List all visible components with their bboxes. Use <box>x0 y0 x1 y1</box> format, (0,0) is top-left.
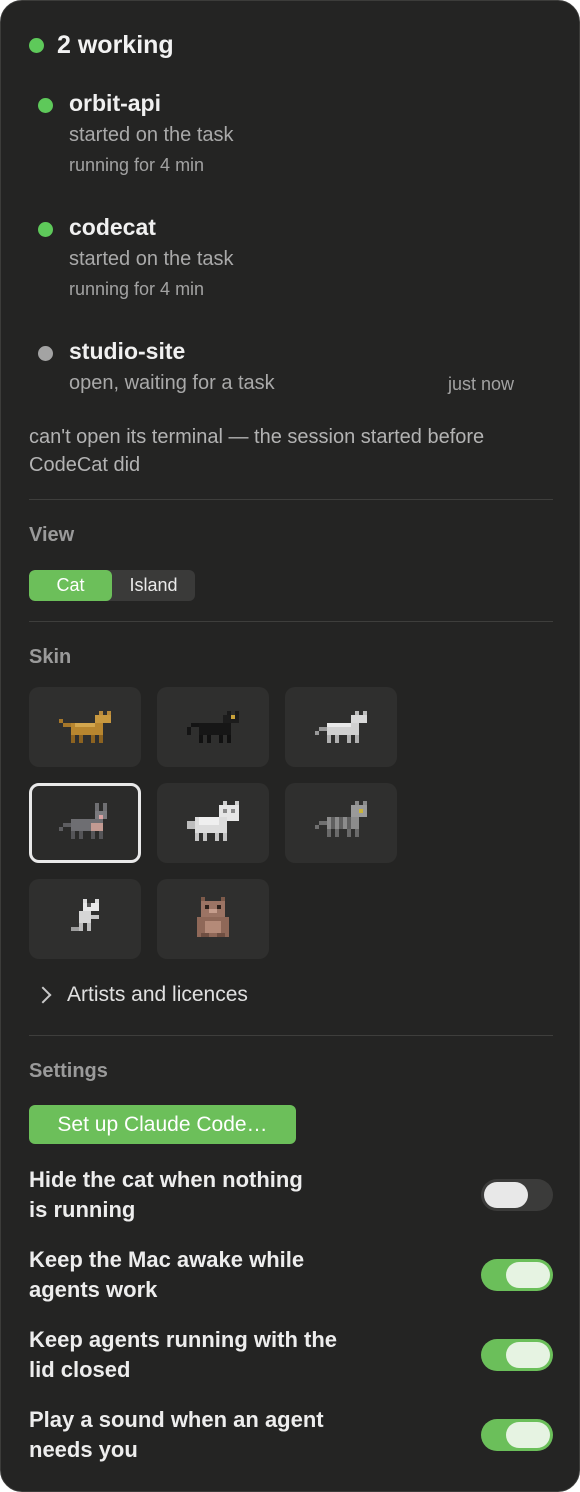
toggle-knob <box>506 1342 550 1368</box>
skin-tile-black[interactable] <box>157 687 269 767</box>
toggle-play-sound[interactable] <box>481 1419 553 1451</box>
skin-tile-small-white[interactable] <box>29 879 141 959</box>
agent-name: orbit-api <box>69 90 161 116</box>
toggle-knob <box>506 1422 550 1448</box>
agent-status: started on the task <box>69 124 234 146</box>
skin-tile-tan[interactable] <box>29 687 141 767</box>
tabby-cat-icon <box>315 801 367 837</box>
black-cat-icon <box>187 711 239 743</box>
tan-cat-icon <box>59 711 111 743</box>
agent-name: codecat <box>69 214 156 240</box>
setting-label-lid-closed: Keep agents running with the lid closed <box>29 1327 338 1382</box>
setup-claude-code-button[interactable]: Set up Claude Code… <box>29 1105 296 1144</box>
agent-item-orbit-api[interactable]: orbit-api started on the task running fo… <box>1 89 579 189</box>
view-segmented-control: Cat Island <box>29 570 195 601</box>
settings-section-title: Settings <box>29 1060 108 1082</box>
agent-item-codecat[interactable]: codecat started on the task running for … <box>1 213 579 313</box>
agent-timestamp: just now <box>448 374 515 394</box>
panel-title: 2 working <box>57 31 174 59</box>
agent-runtime: running for 4 min <box>69 155 205 175</box>
agent-runtime: running for 4 min <box>69 279 205 299</box>
working-status-dot <box>29 38 44 53</box>
divider <box>29 499 553 500</box>
agent-status: open, waiting for a task <box>69 372 275 394</box>
artists-licences-disclosure[interactable]: Artists and licences <box>34 981 248 1009</box>
setting-label-keep-awake: Keep the Mac awake while agents work <box>29 1247 305 1302</box>
skin-tile-tabby[interactable] <box>285 783 397 863</box>
agent-status-dot <box>38 222 53 237</box>
agent-name: studio-site <box>69 338 186 364</box>
agent-status-dot <box>38 346 53 361</box>
skin-section-title: Skin <box>29 646 72 668</box>
agent-item-studio-site[interactable]: studio-site open, waiting for a task jus… <box>1 337 579 401</box>
terminal-warning: can't open its terminal — the session st… <box>29 426 485 476</box>
skin-tile-fluffy-white[interactable] <box>157 783 269 863</box>
status-panel: 2 working orbit-api started on the task … <box>0 0 580 1492</box>
toggle-lid-closed[interactable] <box>481 1339 553 1371</box>
agent-status: started on the task <box>69 248 234 270</box>
brown-sitting-cat-icon <box>197 897 229 937</box>
white-cat-icon <box>315 711 367 743</box>
divider <box>29 621 553 622</box>
skin-tile-white[interactable] <box>285 687 397 767</box>
setting-label-play-sound: Play a sound when an agent needs you <box>29 1407 324 1462</box>
gray-cat-icon <box>59 803 107 839</box>
setting-label-hide-cat: Hide the cat when nothing is running <box>29 1167 303 1222</box>
view-section-title: View <box>29 524 75 546</box>
toggle-keep-awake[interactable] <box>481 1259 553 1291</box>
small-white-cat-icon <box>71 899 99 931</box>
view-option-cat[interactable]: Cat <box>29 570 112 601</box>
skin-tile-brown-sitting[interactable] <box>157 879 269 959</box>
skin-tile-gray[interactable] <box>29 783 141 863</box>
toggle-knob <box>506 1262 550 1288</box>
toggle-knob <box>484 1182 528 1208</box>
fluffy-white-cat-icon <box>187 801 239 841</box>
view-option-island[interactable]: Island <box>112 570 195 601</box>
chevron-right-icon <box>34 986 52 1004</box>
artists-licences-label: Artists and licences <box>67 983 248 1006</box>
divider <box>29 1035 553 1036</box>
toggle-hide-cat[interactable] <box>481 1179 553 1211</box>
agent-status-dot <box>38 98 53 113</box>
